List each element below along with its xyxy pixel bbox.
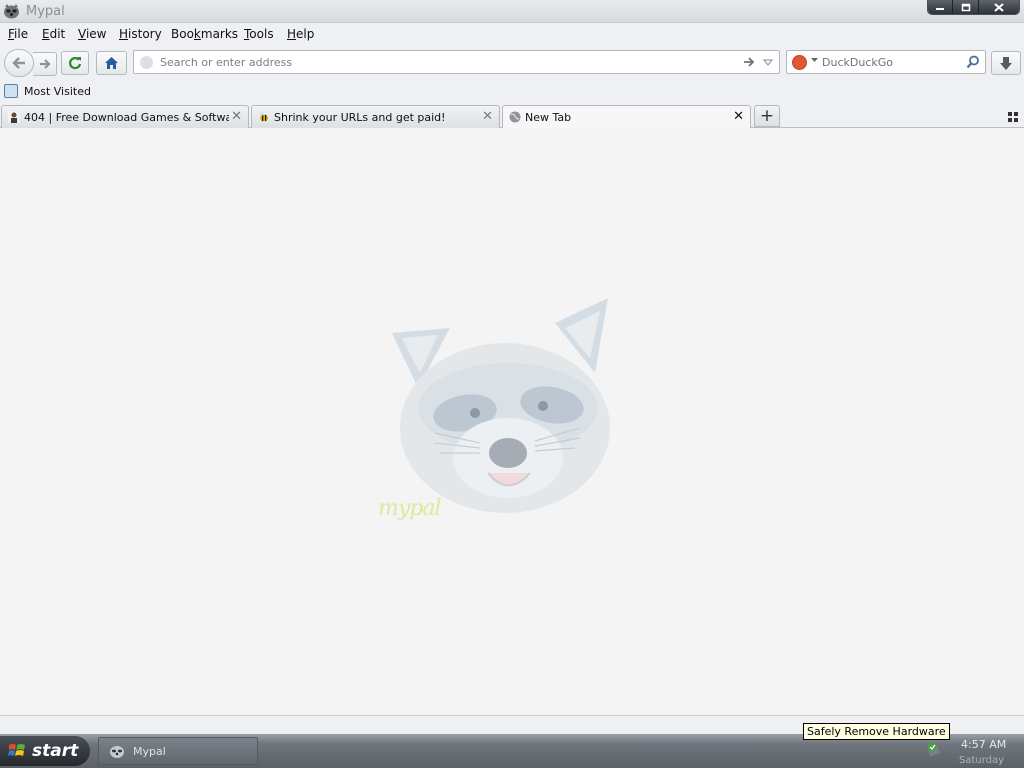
menu-bookmarks-rest: marks (200, 27, 239, 41)
menu-bookmarks-pre: Boo (171, 27, 194, 41)
menu-help-rest: elp (296, 27, 315, 41)
search-input[interactable] (822, 51, 962, 73)
arrow-right-icon (39, 59, 51, 69)
maximize-button[interactable] (953, 0, 979, 14)
mypal-app-icon (4, 4, 19, 19)
url-bar[interactable] (133, 50, 780, 74)
close-icon (994, 2, 1004, 12)
site-identity-icon[interactable] (140, 56, 153, 69)
forward-button[interactable] (33, 52, 57, 76)
tab-label: Shrink your URLs and get paid! (274, 111, 446, 124)
menu-history-rest: istory (128, 27, 162, 41)
reload-icon (68, 57, 82, 70)
globe-favicon (509, 111, 521, 123)
start-label: start (32, 741, 79, 761)
safely-remove-hardware-icon[interactable] (926, 741, 944, 759)
window-controls (927, 0, 1020, 15)
reload-button[interactable] (61, 51, 89, 75)
taskbar-item-label: Mypal (133, 744, 166, 758)
tab-label: 404 | Free Download Games & Softwar... (24, 111, 229, 124)
menu-tools[interactable]: Tools (244, 27, 274, 41)
menu-view[interactable]: View (78, 27, 106, 41)
raccoon-mascot (392, 298, 610, 513)
bee-favicon (260, 112, 268, 122)
download-arrow-icon (1000, 56, 1012, 70)
menu-help[interactable]: Help (287, 27, 314, 41)
menu-file[interactable]: File (8, 27, 28, 41)
go-arrow-icon[interactable] (742, 55, 756, 69)
tray-tooltip: Safely Remove Hardware (803, 723, 950, 740)
back-button[interactable] (4, 49, 34, 77)
minimize-icon (936, 8, 945, 10)
bookmark-most-visited[interactable]: Most Visited (4, 84, 91, 98)
menu-view-accel: V (78, 27, 86, 41)
menu-bookmarks-accel: k (193, 27, 201, 41)
tab-shrink-urls[interactable]: Shrink your URLs and get paid! ✕ (251, 105, 500, 128)
bookmark-label: Most Visited (24, 84, 91, 98)
bookmarks-folder-icon (4, 84, 18, 98)
search-icon[interactable] (966, 55, 980, 69)
tab-close-button[interactable]: ✕ (733, 109, 744, 124)
bookmarks-toolbar: Most Visited (0, 81, 1024, 103)
tab-404-free-download[interactable]: 404 | Free Download Games & Softwar... ✕ (1, 105, 249, 128)
menu-bar: File Edit View History Bookmarks Tools H… (0, 23, 1024, 45)
clock-day: Saturday (959, 755, 1005, 766)
clock-time[interactable]: 4:57 AM (961, 738, 1006, 751)
engine-dropdown-icon[interactable] (811, 57, 818, 63)
system-tray: 4:57 AM Saturday (918, 737, 1024, 767)
menu-history[interactable]: History (119, 27, 162, 41)
arrow-left-icon (12, 57, 25, 69)
tab-close-button[interactable]: ✕ (231, 109, 242, 124)
user-favicon (8, 111, 20, 123)
mypal-taskbar-icon (110, 746, 124, 758)
list-all-tabs-icon[interactable] (1008, 112, 1018, 122)
menu-view-rest: iew (85, 27, 107, 41)
close-window-button[interactable] (978, 0, 1019, 14)
tab-label: New Tab (525, 111, 572, 124)
tab-close-button[interactable]: ✕ (482, 109, 493, 124)
new-tab-button[interactable]: + (754, 105, 780, 127)
search-bar[interactable] (786, 50, 986, 74)
downloads-button[interactable] (991, 51, 1021, 75)
menu-bookmarks[interactable]: Bookmarks (171, 27, 238, 41)
restore-icon (961, 3, 970, 11)
navigation-toolbar (0, 45, 1024, 79)
home-icon (105, 57, 118, 69)
windows-logo-icon (8, 744, 25, 756)
mypal-logo: mypal (378, 496, 442, 521)
title-bar: Mypal (0, 0, 1024, 23)
menu-history-accel: H (119, 27, 129, 41)
menu-edit-rest: dit (49, 27, 66, 41)
history-dropdown-icon[interactable] (762, 56, 774, 68)
home-button[interactable] (96, 51, 127, 75)
tab-new-tab[interactable]: New Tab ✕ (502, 105, 751, 129)
menu-edit-accel: E (42, 27, 50, 41)
taskbar-item-mypal[interactable]: Mypal (98, 737, 258, 765)
duckduckgo-icon[interactable] (792, 55, 807, 70)
minimize-button[interactable] (928, 0, 954, 14)
tab-strip: 404 | Free Download Games & Softwar... ✕… (0, 103, 1024, 129)
menu-help-accel: H (287, 27, 297, 41)
start-button[interactable]: start (0, 736, 90, 766)
url-input[interactable] (160, 51, 730, 73)
new-tab-page: mypal (0, 128, 1024, 715)
menu-edit[interactable]: Edit (42, 27, 65, 41)
window-title: Mypal (26, 4, 65, 19)
menu-tools-rest: ools (249, 27, 274, 41)
menu-file-rest: ile (14, 27, 29, 41)
